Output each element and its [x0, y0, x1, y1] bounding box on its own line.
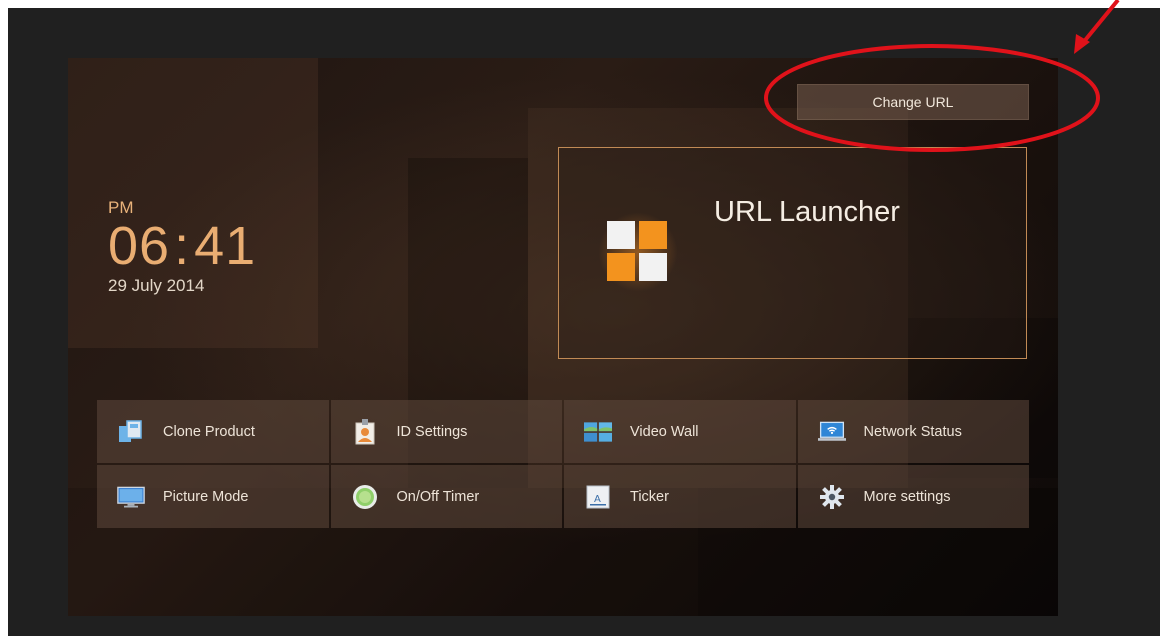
menu-item-label: Picture Mode [163, 488, 249, 505]
clock-time: 06:41 [108, 214, 256, 278]
menu-item-id-settings[interactable]: ID Settings [330, 400, 562, 463]
icon-square [607, 253, 635, 281]
ticker-icon: A [584, 485, 612, 509]
change-url-button[interactable]: Change URL [797, 84, 1029, 120]
clock-minutes: 41 [194, 216, 257, 276]
clock-colon: : [174, 216, 191, 276]
home-screen: PM 06:41 29 July 2014 Change URL URL Lau… [68, 58, 1058, 616]
svg-text:A: A [594, 494, 601, 505]
icon-square [639, 221, 667, 249]
menu-item-on-off-timer[interactable]: On/Off Timer [330, 465, 562, 528]
menu-item-label: Clone Product [163, 423, 255, 440]
url-launcher-icon [595, 209, 681, 295]
icon-square [639, 253, 667, 281]
menu-item-label: On/Off Timer [396, 488, 480, 505]
menu-item-clone-product[interactable]: Clone Product [97, 400, 329, 463]
menu-item-label: Video Wall [630, 423, 699, 440]
clock-widget: PM 06:41 29 July 2014 [108, 198, 256, 296]
menu-item-label: Ticker [630, 488, 669, 505]
clock-date: 29 July 2014 [108, 276, 205, 295]
menu-item-picture-mode[interactable]: Picture Mode [97, 465, 329, 528]
menu-item-ticker[interactable]: A Ticker [564, 465, 796, 528]
settings-menu-grid: Clone Product ID Settings Video Wall Net… [97, 400, 1029, 528]
picture-mode-icon [117, 485, 145, 509]
url-launcher-tile[interactable]: URL Launcher [558, 147, 1027, 359]
url-launcher-title: URL Launcher [714, 196, 900, 228]
clock-hours: 06 [108, 216, 171, 276]
menu-item-label: Network Status [863, 423, 962, 440]
menu-item-network-status[interactable]: Network Status [797, 400, 1029, 463]
menu-item-video-wall[interactable]: Video Wall [564, 400, 796, 463]
id-settings-icon [351, 418, 379, 444]
icon-square [607, 221, 635, 249]
menu-item-label: ID Settings [396, 423, 468, 440]
network-status-icon [817, 420, 846, 444]
menu-item-label: More settings [863, 488, 951, 505]
clone-product-icon [117, 419, 145, 444]
gear-icon [818, 484, 846, 509]
on-off-timer-icon [351, 484, 379, 509]
video-wall-icon [584, 420, 612, 444]
menu-item-more-settings[interactable]: More settings [797, 465, 1029, 528]
